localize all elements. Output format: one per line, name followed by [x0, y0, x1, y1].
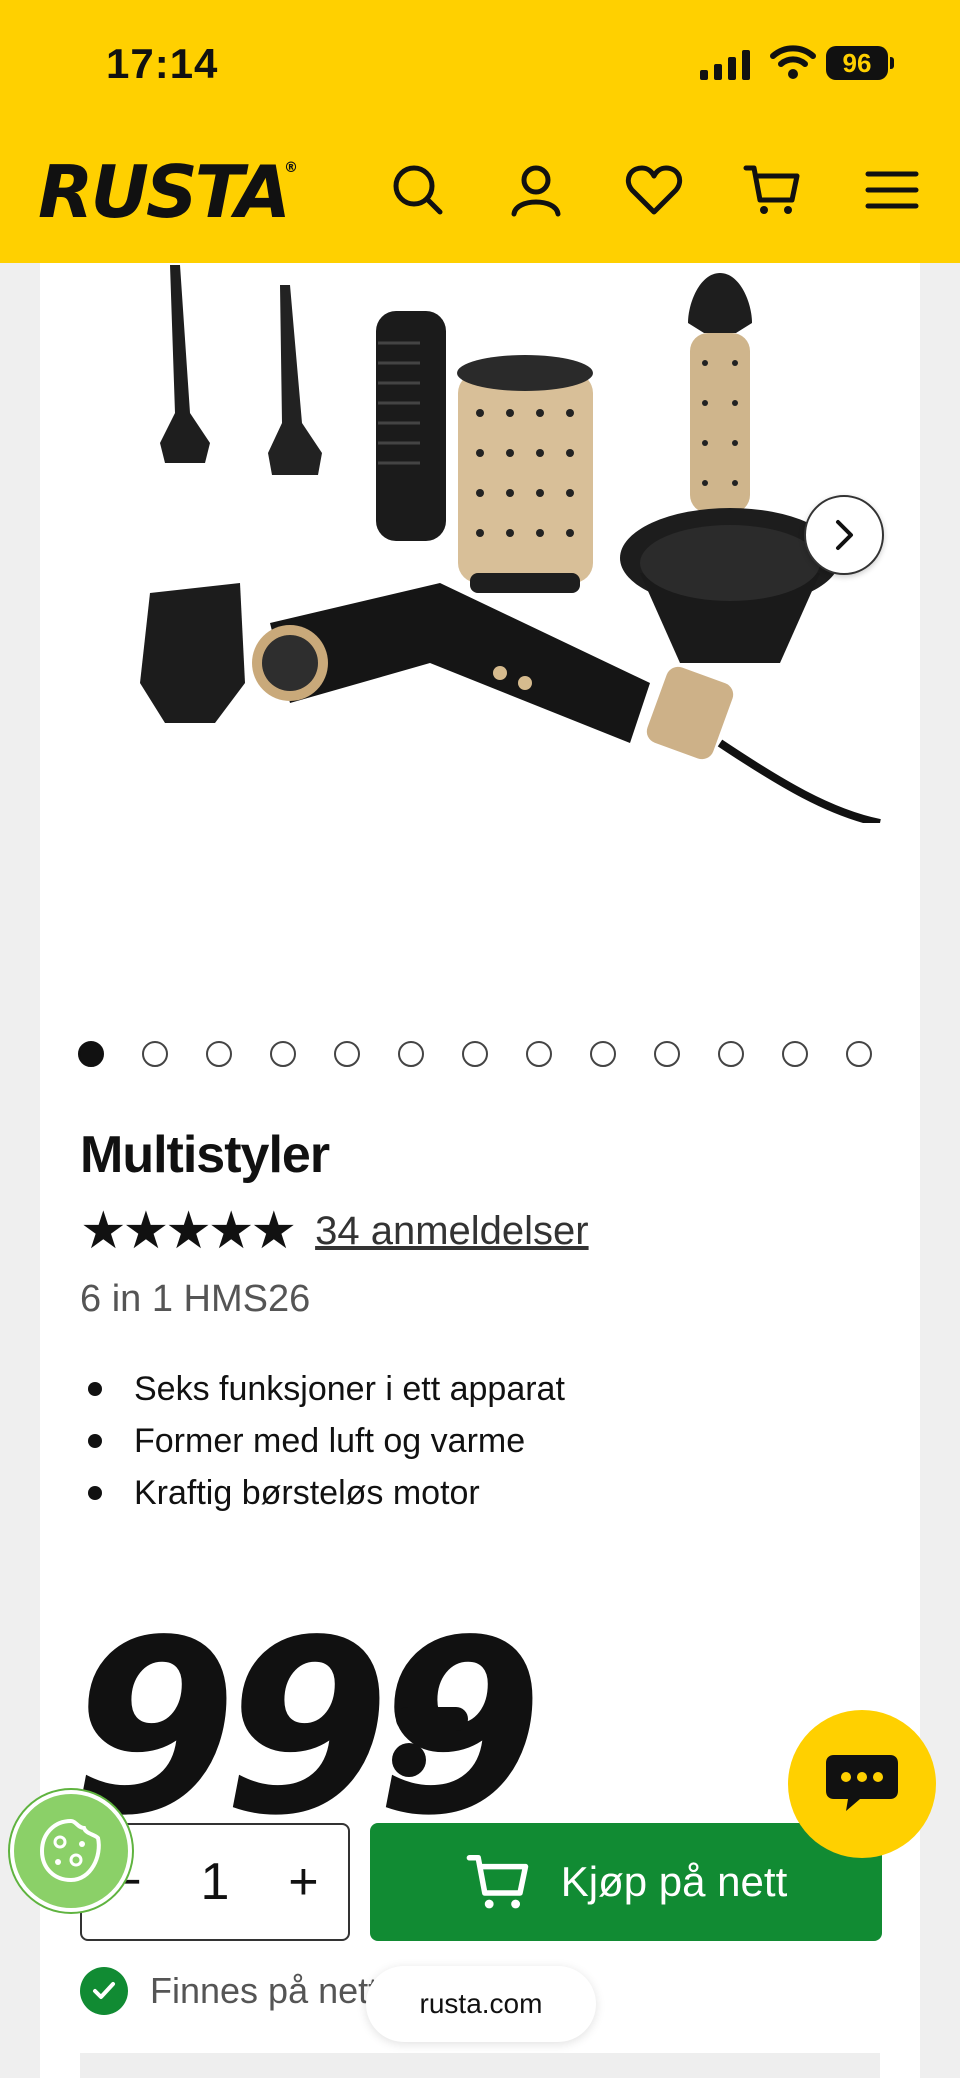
- gallery-dot[interactable]: [718, 1041, 744, 1067]
- gallery-pagination: [78, 1041, 872, 1067]
- gallery-dot[interactable]: [654, 1041, 680, 1067]
- logo-text: RUSTA: [38, 150, 291, 234]
- status-time: 17:14: [106, 40, 219, 87]
- product-model: 6 in 1 HMS26: [80, 1278, 311, 1320]
- cookie-icon: [39, 1818, 101, 1883]
- menu-icon[interactable]: [862, 160, 922, 220]
- feature-item: Kraftig børsteløs motor: [88, 1467, 565, 1519]
- cellular-signal-icon: [700, 50, 750, 80]
- gallery-dot[interactable]: [270, 1041, 296, 1067]
- cookie-settings-button[interactable]: [10, 1790, 132, 1912]
- search-icon[interactable]: [388, 160, 448, 220]
- feature-list: Seks funksjoner i ett apparat Former med…: [88, 1363, 565, 1519]
- chevron-right-icon: [836, 520, 853, 550]
- rating-stars: ★★★★★: [80, 1202, 297, 1260]
- gallery-dot[interactable]: [206, 1041, 232, 1067]
- chat-bubble-icon: [826, 1755, 898, 1811]
- next-section-edge: [80, 2053, 880, 2078]
- feature-item: Former med luft og varme: [88, 1415, 565, 1467]
- price-dash: [396, 1707, 468, 1731]
- top-bar: 17:14 96 RUSTA ®: [0, 0, 960, 263]
- chat-button[interactable]: [788, 1710, 936, 1858]
- gallery-dot[interactable]: [142, 1041, 168, 1067]
- cart-icon[interactable]: [742, 160, 802, 220]
- gallery-dot[interactable]: [334, 1041, 360, 1067]
- reviews-link[interactable]: 34 anmeldelser: [315, 1209, 589, 1254]
- gallery-next-button[interactable]: [804, 495, 884, 575]
- gallery-dot[interactable]: [398, 1041, 424, 1067]
- gallery-dot[interactable]: [590, 1041, 616, 1067]
- battery-icon: 96: [826, 46, 894, 82]
- status-bar: 17:14 96: [0, 0, 960, 130]
- browser-url-bar[interactable]: rusta.com: [366, 1966, 596, 2042]
- rusta-logo[interactable]: RUSTA ®: [38, 150, 298, 234]
- feature-item: Seks funksjoner i ett apparat: [88, 1363, 565, 1415]
- gallery-dot[interactable]: [78, 1041, 104, 1067]
- buy-online-button[interactable]: Kjøp på nett: [370, 1823, 882, 1941]
- check-icon: [80, 1967, 128, 2015]
- gallery-dot[interactable]: [526, 1041, 552, 1067]
- buy-button-label: Kjøp på nett: [560, 1858, 788, 1905]
- heart-icon[interactable]: [624, 160, 684, 220]
- wifi-icon: [770, 45, 816, 79]
- product-title: Multistyler: [80, 1126, 330, 1184]
- gallery-dot[interactable]: [846, 1041, 872, 1067]
- product-gallery[interactable]: [40, 263, 920, 823]
- product-card: Multistyler ★★★★★ 34 anmeldelser 6 in 1 …: [40, 263, 920, 2078]
- product-rating: ★★★★★ 34 anmeldelser: [80, 1205, 589, 1257]
- quantity-value[interactable]: 1: [201, 1852, 230, 1912]
- cart-icon: [466, 1855, 529, 1909]
- product-image: [140, 265, 881, 823]
- gallery-dot[interactable]: [462, 1041, 488, 1067]
- logo-registered-mark: ®: [284, 160, 299, 176]
- stock-status: Finnes på nett: [80, 1967, 378, 2015]
- stock-label: Finnes på nett: [150, 1970, 379, 2011]
- increase-quantity-button[interactable]: +: [288, 1852, 318, 1912]
- price-dot: [392, 1743, 426, 1777]
- account-icon[interactable]: [506, 160, 566, 220]
- battery-level: 96: [826, 46, 888, 80]
- gallery-dot[interactable]: [782, 1041, 808, 1067]
